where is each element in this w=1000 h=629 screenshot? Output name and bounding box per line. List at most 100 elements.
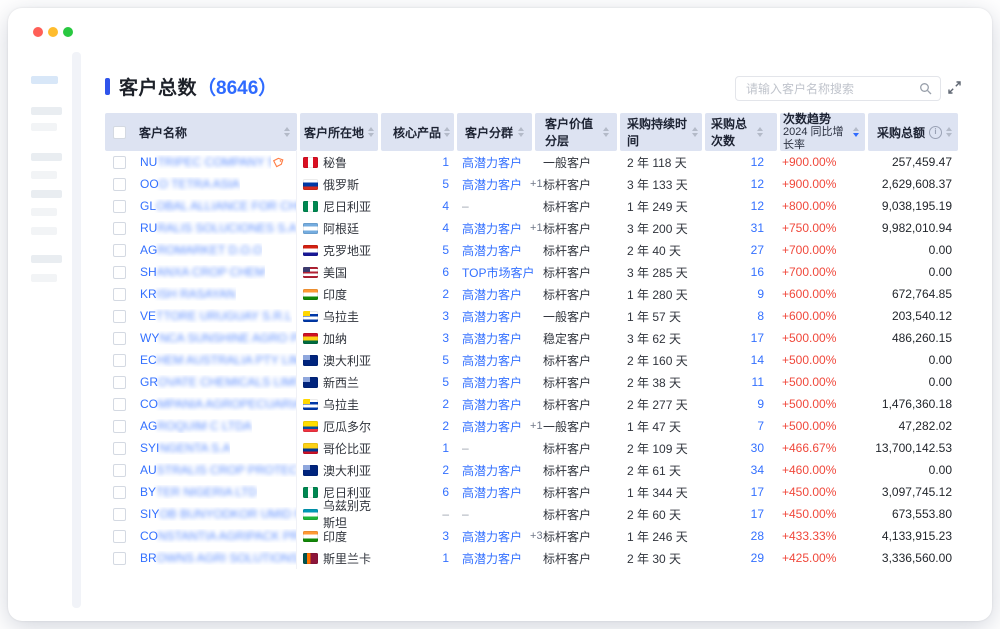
core-products-count[interactable]: 3 <box>381 305 454 327</box>
column-header-value-tier[interactable]: 客户价值分层 <box>535 113 617 151</box>
customer-name-link[interactable]: OOO TETRA ASIA <box>140 177 240 191</box>
row-checkbox[interactable] <box>113 354 126 367</box>
purchase-total-count[interactable]: 7 <box>705 415 777 437</box>
sort-icon[interactable] <box>518 127 524 137</box>
sidebar-skeleton-item-active[interactable] <box>31 76 58 84</box>
row-checkbox[interactable] <box>113 486 126 499</box>
core-products-count[interactable]: 5 <box>381 371 454 393</box>
segment-link[interactable]: 高潜力客户 <box>462 528 522 545</box>
sort-icon[interactable] <box>444 127 450 137</box>
purchase-total-count[interactable]: 11 <box>705 371 777 393</box>
sidebar-skeleton-item[interactable] <box>31 107 62 115</box>
sort-icon-active[interactable] <box>853 127 859 137</box>
segment-link[interactable]: 高潜力客户 <box>462 176 522 193</box>
column-header-duration[interactable]: 采购持续时间 <box>620 113 702 151</box>
segment-link[interactable]: – <box>462 507 469 521</box>
core-products-count[interactable]: 2 <box>381 393 454 415</box>
segment-link[interactable]: 高潜力客户 <box>462 396 522 413</box>
row-checkbox[interactable] <box>113 266 126 279</box>
sidebar-skeleton-item[interactable] <box>31 255 62 263</box>
purchase-total-count[interactable]: 17 <box>705 327 777 349</box>
customer-name-link[interactable]: COMPANIA AGROPECUARIA AGROR... <box>140 397 296 411</box>
core-products-count[interactable]: 1 <box>381 437 454 459</box>
segment-link[interactable]: 高潜力客户 <box>462 242 522 259</box>
customer-name-link[interactable]: BROWNS AGRI SOLUTIONS PVT LTD <box>140 551 296 565</box>
row-checkbox[interactable] <box>113 420 126 433</box>
segment-link[interactable]: – <box>462 199 469 213</box>
customer-name-link[interactable]: GROVATE CHEMICALS LIMITED <box>140 375 296 389</box>
core-products-count[interactable]: 1 <box>381 547 454 569</box>
purchase-total-count[interactable]: 17 <box>705 481 777 503</box>
core-products-count[interactable]: 1 <box>381 151 454 173</box>
select-all-checkbox[interactable] <box>113 126 126 139</box>
column-header-customer-name[interactable]: 客户名称 <box>105 113 297 151</box>
row-checkbox[interactable] <box>113 310 126 323</box>
search-input[interactable] <box>744 81 919 97</box>
sidebar-skeleton-item[interactable] <box>31 208 57 216</box>
customer-name-link[interactable]: ECHEM AUSTRALIA PTY LIMITED <box>140 353 296 367</box>
purchase-total-count[interactable]: 30 <box>705 437 777 459</box>
segment-link[interactable]: 高潜力客户 <box>462 374 522 391</box>
customer-name-link[interactable]: GLOBAL ALLIANCE FOR CHEMICA... <box>140 199 296 213</box>
sidebar-skeleton-item[interactable] <box>31 171 57 179</box>
customer-name-link[interactable]: BYTER NIGERIA LTD <box>140 485 257 499</box>
core-products-count[interactable]: 5 <box>381 239 454 261</box>
purchase-total-count[interactable]: 27 <box>705 239 777 261</box>
customer-name-link[interactable]: SHANXA CROP CHEM <box>140 265 265 279</box>
customer-name-link[interactable]: SYINGENTA S.A <box>140 441 230 455</box>
row-checkbox[interactable] <box>113 508 126 521</box>
sidebar-skeleton-item[interactable] <box>31 153 62 161</box>
info-icon[interactable]: i <box>929 126 942 139</box>
search-icon[interactable] <box>919 82 932 95</box>
row-checkbox[interactable] <box>113 530 126 543</box>
core-products-count[interactable]: 3 <box>381 327 454 349</box>
customer-name-link[interactable]: AGROQUIM C LTDA <box>140 419 252 433</box>
column-header-total-amount[interactable]: 采购总额 i <box>868 113 958 151</box>
sort-icon[interactable] <box>284 127 290 137</box>
segment-link[interactable]: – <box>462 441 469 455</box>
purchase-total-count[interactable]: 31 <box>705 217 777 239</box>
segment-link[interactable]: 高潜力客户 <box>462 462 522 479</box>
purchase-total-count[interactable]: 29 <box>705 547 777 569</box>
segment-link[interactable]: 高潜力客户 <box>462 330 522 347</box>
row-checkbox[interactable] <box>113 200 126 213</box>
purchase-total-count[interactable]: 17 <box>705 503 777 525</box>
segment-link[interactable]: 高潜力客户 <box>462 286 522 303</box>
row-checkbox[interactable] <box>113 288 126 301</box>
sidebar-skeleton-item[interactable] <box>31 274 57 282</box>
purchase-total-count[interactable]: 16 <box>705 261 777 283</box>
core-products-count[interactable]: 6 <box>381 481 454 503</box>
purchase-total-count[interactable]: 8 <box>705 305 777 327</box>
purchase-total-count[interactable]: 9 <box>705 283 777 305</box>
row-checkbox[interactable] <box>113 244 126 257</box>
sidebar-skeleton-item[interactable] <box>31 123 57 131</box>
segment-link[interactable]: 高潜力客户 <box>462 550 522 567</box>
sort-icon[interactable] <box>368 127 374 137</box>
sidebar-skeleton-item[interactable] <box>31 190 62 198</box>
segment-link[interactable]: 高潜力客户 <box>462 308 522 325</box>
core-products-count[interactable]: 3 <box>381 525 454 547</box>
customer-name-link[interactable]: VETTORE URUGUAY S.R.L <box>140 309 292 323</box>
fullscreen-icon[interactable] <box>947 80 962 95</box>
purchase-total-count[interactable]: 14 <box>705 349 777 371</box>
segment-link[interactable]: 高潜力客户 <box>462 154 522 171</box>
purchase-total-count[interactable]: 12 <box>705 173 777 195</box>
column-header-core-products[interactable]: 核心产品 <box>381 113 454 151</box>
row-checkbox[interactable] <box>113 332 126 345</box>
purchase-total-count[interactable]: 9 <box>705 393 777 415</box>
customer-name-link[interactable]: AUSTRALIS CROP PROTECTIONP... <box>140 463 296 477</box>
row-checkbox[interactable] <box>113 178 126 191</box>
core-products-count[interactable]: 4 <box>381 195 454 217</box>
customer-name-link[interactable]: RURALIS SOLUCIONES S.A <box>140 221 296 235</box>
row-checkbox[interactable] <box>113 222 126 235</box>
row-checkbox[interactable] <box>113 442 126 455</box>
core-products-count[interactable]: 5 <box>381 173 454 195</box>
sort-icon[interactable] <box>946 127 952 137</box>
segment-link[interactable]: 高潜力客户 <box>462 418 522 435</box>
sidebar-skeleton-item[interactable] <box>31 227 57 235</box>
column-header-trend[interactable]: 次数趋势 2024 同比增长率 <box>780 113 865 151</box>
row-checkbox[interactable] <box>113 398 126 411</box>
segment-link[interactable]: TOP市场客户 <box>462 264 534 281</box>
zoom-window-button[interactable] <box>63 27 73 37</box>
row-checkbox[interactable] <box>113 376 126 389</box>
